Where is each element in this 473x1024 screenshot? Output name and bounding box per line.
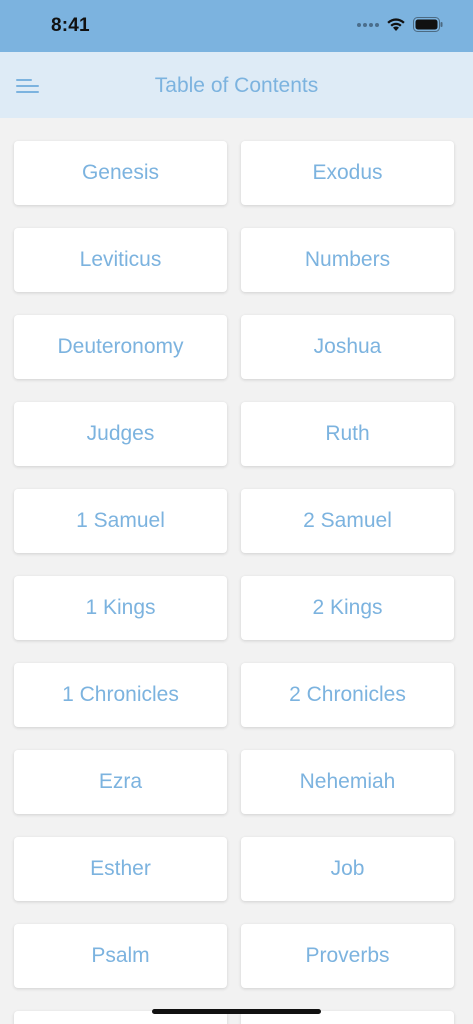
book-button[interactable]: Joshua xyxy=(241,315,454,379)
book-button[interactable]: Ezra xyxy=(14,750,227,814)
book-button[interactable]: 2 Kings xyxy=(241,576,454,640)
status-time: 8:41 xyxy=(51,15,90,36)
book-button[interactable]: Exodus xyxy=(241,141,454,205)
nav-bar: Table of Contents xyxy=(0,52,473,118)
book-button[interactable]: 1 Chronicles xyxy=(14,663,227,727)
page-title: Table of Contents xyxy=(154,74,319,97)
book-button[interactable]: 1 Kings xyxy=(14,576,227,640)
app-screen: 8:41 Table of Contents Genesis Exodus Le… xyxy=(0,0,473,1024)
battery-icon xyxy=(413,17,443,32)
book-button[interactable]: Esther xyxy=(14,837,227,901)
book-button[interactable]: 2 Chronicles xyxy=(241,663,454,727)
wifi-icon xyxy=(386,17,406,32)
book-button[interactable]: Ruth xyxy=(241,402,454,466)
book-button[interactable]: Psalm xyxy=(14,924,227,988)
book-button[interactable]: 2 Samuel xyxy=(241,489,454,553)
signal-icon xyxy=(357,22,379,27)
book-button[interactable]: Nehemiah xyxy=(241,750,454,814)
book-button[interactable]: Leviticus xyxy=(14,228,227,292)
book-button[interactable]: Proverbs xyxy=(241,924,454,988)
status-icons xyxy=(357,17,443,32)
status-bar: 8:41 xyxy=(0,0,473,52)
home-indicator[interactable] xyxy=(152,1009,321,1014)
book-grid: Genesis Exodus Leviticus Numbers Deuteronomy… xyxy=(14,141,455,1024)
book-button[interactable]: 1 Samuel xyxy=(14,489,227,553)
book-button[interactable]: Job xyxy=(241,837,454,901)
book-button[interactable]: Judges xyxy=(14,402,227,466)
book-button[interactable]: Deuteronomy xyxy=(14,315,227,379)
book-button[interactable]: Numbers xyxy=(241,228,454,292)
book-button[interactable]: Genesis xyxy=(14,141,227,205)
